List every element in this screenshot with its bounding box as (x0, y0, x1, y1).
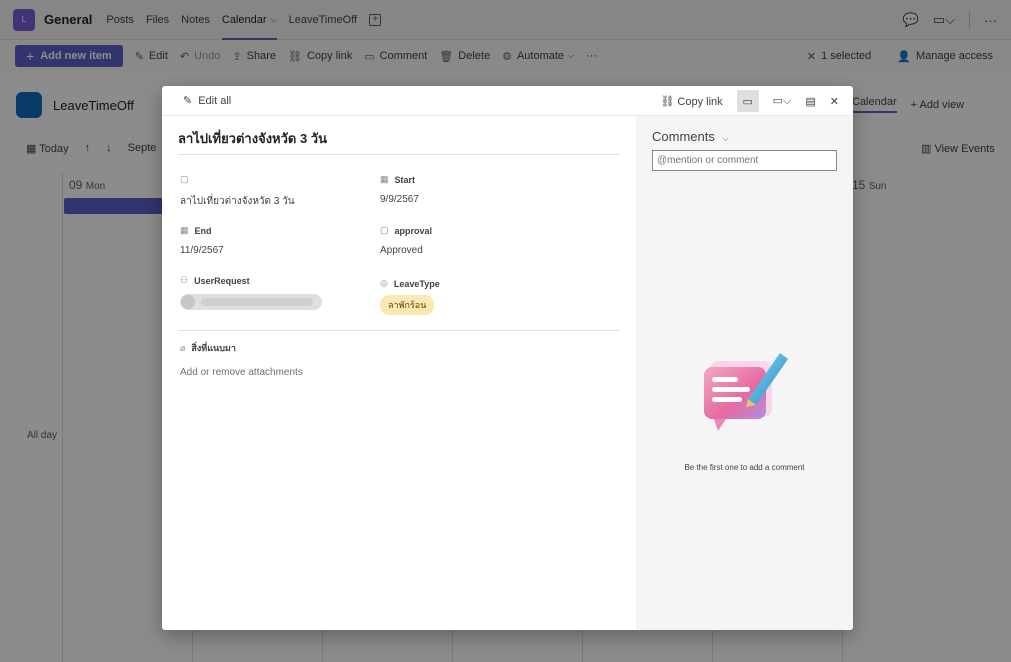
comments-toggle-icon[interactable]: ▭ (736, 90, 759, 112)
add-attachments-link[interactable]: Add or remove attachments (180, 367, 303, 378)
person-icon: ⚇ (180, 275, 189, 285)
item-fields-panel: ลาไปเที่ยวต่างจังหวัด 3 วัน ▢ ลาไปเที่ยว… (162, 116, 636, 630)
field-attachments[interactable]: ⌀ สิ่งที่แนบมา Add or remove attachments (180, 341, 303, 379)
comments-panel: Comments ⌵ Be the fi (636, 116, 853, 630)
copy-link-label: Copy link (677, 95, 723, 108)
text-field-icon: ▢ (180, 174, 189, 184)
link-icon: ⛓ (660, 95, 678, 108)
end-value: 11/9/2567 (180, 245, 224, 256)
title-value: ลาไปเที่ยวต่างจังหวัด 3 วัน (180, 196, 295, 207)
paperclip-icon: ⌀ (180, 342, 186, 353)
field-end[interactable]: ▦ End 11/9/2567 (180, 225, 224, 256)
dialog-header: ✎ Edit all ⛓ Copy link ▭ ▭⌵ ▤ ✕ (162, 86, 853, 116)
user-persona[interactable] (180, 294, 322, 310)
field-approval[interactable]: ▢ approval Approved (380, 225, 432, 256)
user-name-redacted (201, 298, 313, 306)
divider (178, 330, 620, 331)
end-label: End (194, 225, 212, 236)
empty-comments-text: Be the first one to add a comment (684, 463, 805, 472)
userrequest-label: UserRequest (194, 275, 250, 286)
start-label: Start (394, 174, 416, 185)
text-field-icon: ▢ (380, 225, 389, 235)
avatar (181, 295, 195, 309)
item-details-dialog: ✎ Edit all ⛓ Copy link ▭ ▭⌵ ▤ ✕ ลาไปเที่… (162, 86, 853, 630)
comments-header[interactable]: Comments ⌵ (652, 129, 729, 144)
edit-all-label: Edit all (198, 94, 232, 107)
chevron-down-icon: ⌵ (722, 134, 729, 143)
close-icon[interactable]: ✕ (830, 95, 839, 108)
details-pane-icon[interactable]: ▤ (805, 95, 815, 108)
leavetype-label: LeaveType (393, 278, 440, 289)
comment-input[interactable] (652, 150, 837, 171)
open-in-icon[interactable]: ▭⌵ (773, 94, 792, 108)
choice-icon: ◎ (380, 278, 388, 288)
field-leavetype[interactable]: ◎ LeaveType ลาพักร้อน (380, 278, 440, 315)
calendar-icon: ▦ (380, 174, 389, 184)
divider (178, 154, 620, 155)
item-title: ลาไปเที่ยวต่างจังหวัด 3 วัน (178, 131, 327, 146)
field-title[interactable]: ▢ ลาไปเที่ยวต่างจังหวัด 3 วัน (180, 174, 295, 209)
approval-value: Approved (380, 245, 423, 256)
pencil-icon: ✎ (183, 95, 193, 107)
copy-link-button[interactable]: ⛓ Copy link (660, 95, 722, 108)
comments-title: Comments (652, 129, 715, 144)
approval-label: approval (394, 225, 433, 236)
calendar-icon: ▦ (180, 225, 189, 235)
attachments-label: สิ่งที่แนบมา (191, 343, 236, 353)
field-start[interactable]: ▦ Start 9/9/2567 (380, 174, 419, 205)
start-value: 9/9/2567 (380, 194, 419, 205)
comment-illustration (704, 353, 788, 431)
leavetype-chip: ลาพักร้อน (380, 295, 435, 315)
field-userrequest[interactable]: ⚇ UserRequest (180, 275, 322, 310)
edit-all-button[interactable]: ✎ Edit all (183, 94, 232, 108)
